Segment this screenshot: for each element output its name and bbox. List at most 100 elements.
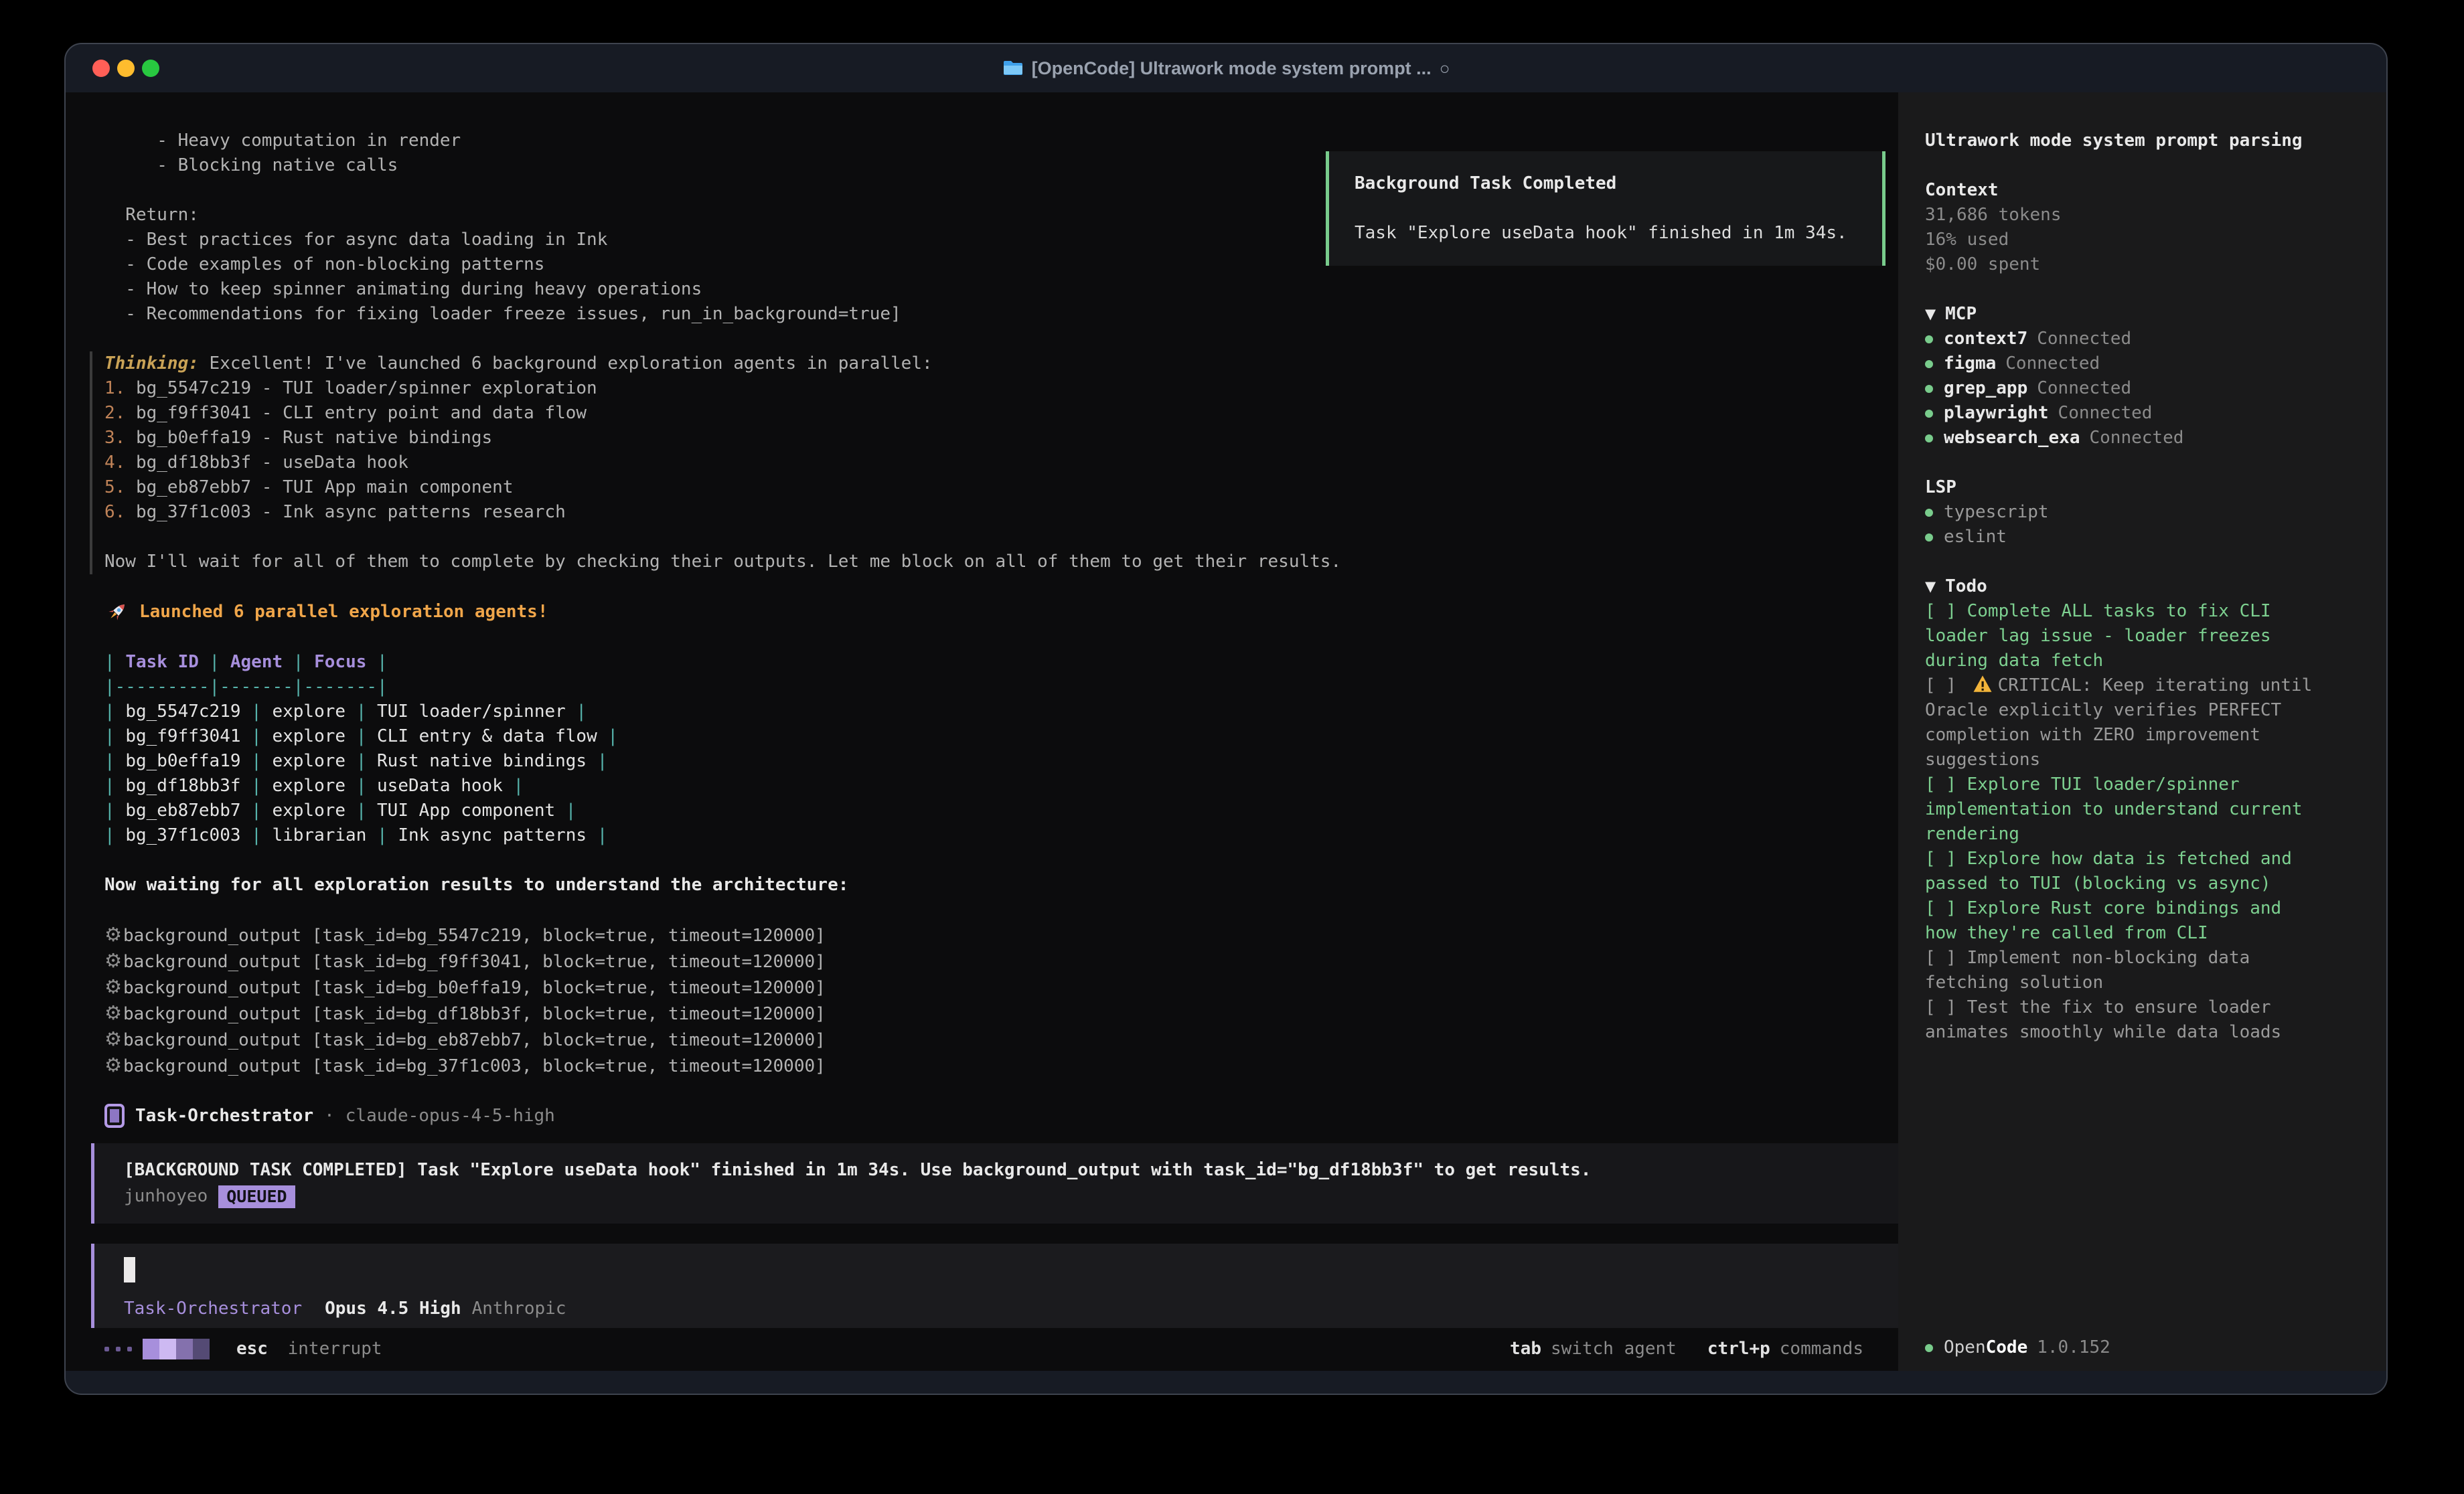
todo-items: [ ] Complete ALL tasks to fix CLI loader… — [1925, 599, 2360, 1045]
mcp-item: playwrightConnected — [1925, 401, 2360, 426]
input-agent-label[interactable]: Task-Orchestrator — [124, 1299, 302, 1319]
status-dot-icon — [1925, 533, 1933, 542]
table-row: | bg_f9ff3041 | explore | CLI entry & da… — [104, 724, 1898, 749]
tool-call-line: ⚙background_output [task_id=bg_37f1c003,… — [104, 1053, 1898, 1079]
todo-item: [ ] Explore how data is fetched and pass… — [1925, 847, 2323, 896]
tool-call-line: ⚙background_output [task_id=bg_5547c219,… — [104, 922, 1898, 948]
text-cursor — [124, 1257, 135, 1282]
table-row: | bg_b0effa19 | explore | Rust native bi… — [104, 749, 1898, 774]
desktop: [OpenCode] Ultrawork mode system prompt … — [0, 0, 2464, 1494]
todo-item: [ ] Explore TUI loader/spinner implement… — [1925, 772, 2323, 847]
session-title: Ultrawork mode system prompt parsing — [1925, 129, 2327, 153]
title-status-circle-icon: ○ — [1440, 58, 1450, 79]
tool-call-block: ⚙background_output [task_id=bg_5547c219,… — [104, 922, 1898, 1079]
agent-avatar-icon — [104, 1104, 125, 1128]
window-title-text: [OpenCode] Ultrawork mode system prompt … — [1032, 58, 1432, 79]
thinking-item: 1. bg_5547c219 - TUI loader/spinner expl… — [104, 376, 1898, 401]
tool-call-line: ⚙background_output [task_id=bg_f9ff3041,… — [104, 948, 1898, 975]
todo-item: [ ] Complete ALL tasks to fix CLI loader… — [1925, 599, 2323, 673]
waiting-line: Now waiting for all exploration results … — [104, 873, 1898, 898]
tool-call-line: ⚙background_output [task_id=bg_df18bb3f,… — [104, 1001, 1898, 1027]
close-button[interactable] — [92, 60, 110, 77]
context-section: Context 31,686 tokens16% used$0.00 spent — [1925, 178, 2360, 277]
tab-key-label: switch agent — [1551, 1339, 1677, 1359]
table-row: | bg_df18bb3f | explore | useData hook | — [104, 774, 1898, 799]
context-line: $0.00 spent — [1925, 252, 2360, 277]
ctrlp-key-hint: ctrl+p — [1707, 1339, 1770, 1359]
gear-icon: ⚙ — [104, 1027, 122, 1050]
conversation-pane[interactable]: - Heavy computation in render - Blocking… — [66, 92, 1898, 1371]
todo-item: [ ] Test the fix to ensure loader animat… — [1925, 995, 2323, 1045]
prompt-input[interactable]: Task-Orchestrator Opus 4.5 High Anthropi… — [91, 1244, 1898, 1328]
table-row: | bg_eb87ebb7 | explore | TUI App compon… — [104, 799, 1898, 823]
agent-model: claude-opus-4-5-high — [345, 1106, 555, 1126]
mcp-item: figmaConnected — [1925, 351, 2360, 376]
thinking-item: 5. bg_eb87ebb7 - TUI App main component — [104, 475, 1898, 500]
esc-key-hint: esc — [236, 1339, 268, 1359]
queued-user: junhoyeo — [124, 1184, 208, 1209]
todo-header[interactable]: ▼ Todo — [1925, 574, 2360, 599]
input-model-label[interactable]: Opus 4.5 High — [325, 1299, 461, 1319]
tool-call-line: ⚙background_output [task_id=bg_b0effa19,… — [104, 975, 1898, 1001]
minimize-button[interactable] — [117, 60, 135, 77]
mcp-section: ▼ MCP context7ConnectedfigmaConnectedgre… — [1925, 302, 2360, 450]
lsp-items: typescripteslint — [1925, 500, 2360, 550]
titlebar[interactable]: [OpenCode] Ultrawork mode system prompt … — [66, 44, 2386, 92]
mcp-item: context7Connected — [1925, 327, 2360, 351]
thinking-outro-line: Now I'll wait for all of them to complet… — [104, 550, 1898, 574]
esc-key-label: interrupt — [288, 1339, 382, 1359]
thinking-intro-line: Thinking: Excellent! I've launched 6 bac… — [104, 351, 1898, 376]
toast-body: Task "Explore useData hook" finished in … — [1355, 221, 1857, 246]
lsp-section: LSP typescripteslint — [1925, 475, 2360, 550]
mcp-header[interactable]: ▼ MCP — [1925, 302, 2360, 327]
tool-output-line: - How to keep spinner animating during h… — [104, 277, 1898, 302]
table-row: | bg_37f1c003 | librarian | Ink async pa… — [104, 823, 1898, 848]
brand-open: Open — [1944, 1335, 1986, 1360]
brand-version: 1.0.152 — [2037, 1335, 2110, 1360]
blank-line — [104, 525, 1898, 550]
mcp-item: websearch_exaConnected — [1925, 426, 2360, 450]
tab-key-hint: tab — [1510, 1339, 1541, 1359]
app-brand: OpenCode 1.0.152 — [1925, 1335, 2110, 1360]
agent-header: Task-Orchestrator · claude-opus-4-5-high — [104, 1102, 1898, 1130]
gear-icon: ⚙ — [104, 1054, 122, 1076]
gear-icon: ⚙ — [104, 923, 122, 946]
terminal-window: [OpenCode] Ultrawork mode system prompt … — [64, 43, 2388, 1395]
queued-badge: QUEUED — [218, 1185, 295, 1208]
notification-toast[interactable]: Background Task Completed Task "Explore … — [1326, 151, 1885, 266]
toast-title: Background Task Completed — [1355, 171, 1857, 196]
status-dot-icon — [1925, 509, 1933, 517]
gear-icon: ⚙ — [104, 949, 122, 972]
status-dot-icon — [1925, 410, 1933, 418]
status-dot-icon — [1925, 360, 1933, 368]
maximize-button[interactable] — [142, 60, 159, 77]
todo-section: ▼ Todo [ ] Complete ALL tasks to fix CLI… — [1925, 574, 2360, 1045]
brand-code: Code — [1986, 1335, 2028, 1360]
gear-icon: ⚙ — [104, 1001, 122, 1024]
gear-icon: ⚙ — [104, 975, 122, 998]
tool-output-line: - Recommendations for fixing loader free… — [104, 302, 1898, 327]
status-dot-icon — [1925, 434, 1933, 442]
todo-item: [ ] Explore Rust core bindings and how t… — [1925, 896, 2323, 946]
status-dot-icon — [1925, 335, 1933, 343]
tool-call-line: ⚙background_output [task_id=bg_eb87ebb7,… — [104, 1027, 1898, 1053]
table-row: | bg_5547c219 | explore | TUI loader/spi… — [104, 699, 1898, 724]
announcement-line: Launched 6 parallel exploration agents! — [104, 598, 1898, 625]
chevron-down-icon: ▼ — [1925, 302, 1936, 327]
agent-model-separator: · — [324, 1106, 335, 1126]
ctrlp-key-label: commands — [1780, 1339, 1863, 1359]
status-dot-icon — [1925, 385, 1933, 393]
status-dot-icon — [1925, 1344, 1933, 1352]
todo-item: [ ] CRITICAL: Keep iterating until Oracl… — [1925, 673, 2323, 772]
warning-icon — [1973, 675, 1993, 693]
tool-output-line: - Heavy computation in render — [104, 129, 1898, 153]
thinking-item: 6. bg_37f1c003 - Ink async patterns rese… — [104, 500, 1898, 525]
context-line: 16% used — [1925, 228, 2360, 252]
announcement-text: Launched 6 parallel exploration agents! — [139, 602, 548, 622]
sidebar: Ultrawork mode system prompt parsing Con… — [1898, 92, 2386, 1371]
busy-spinner-icon — [104, 1339, 210, 1359]
agent-name: Task-Orchestrator — [135, 1106, 313, 1126]
table-separator-row: |---------|-------|-------| — [104, 675, 1898, 699]
thinking-item: 4. bg_df18bb3f - useData hook — [104, 450, 1898, 475]
todo-item: [ ] Implement non-blocking data fetching… — [1925, 946, 2323, 995]
